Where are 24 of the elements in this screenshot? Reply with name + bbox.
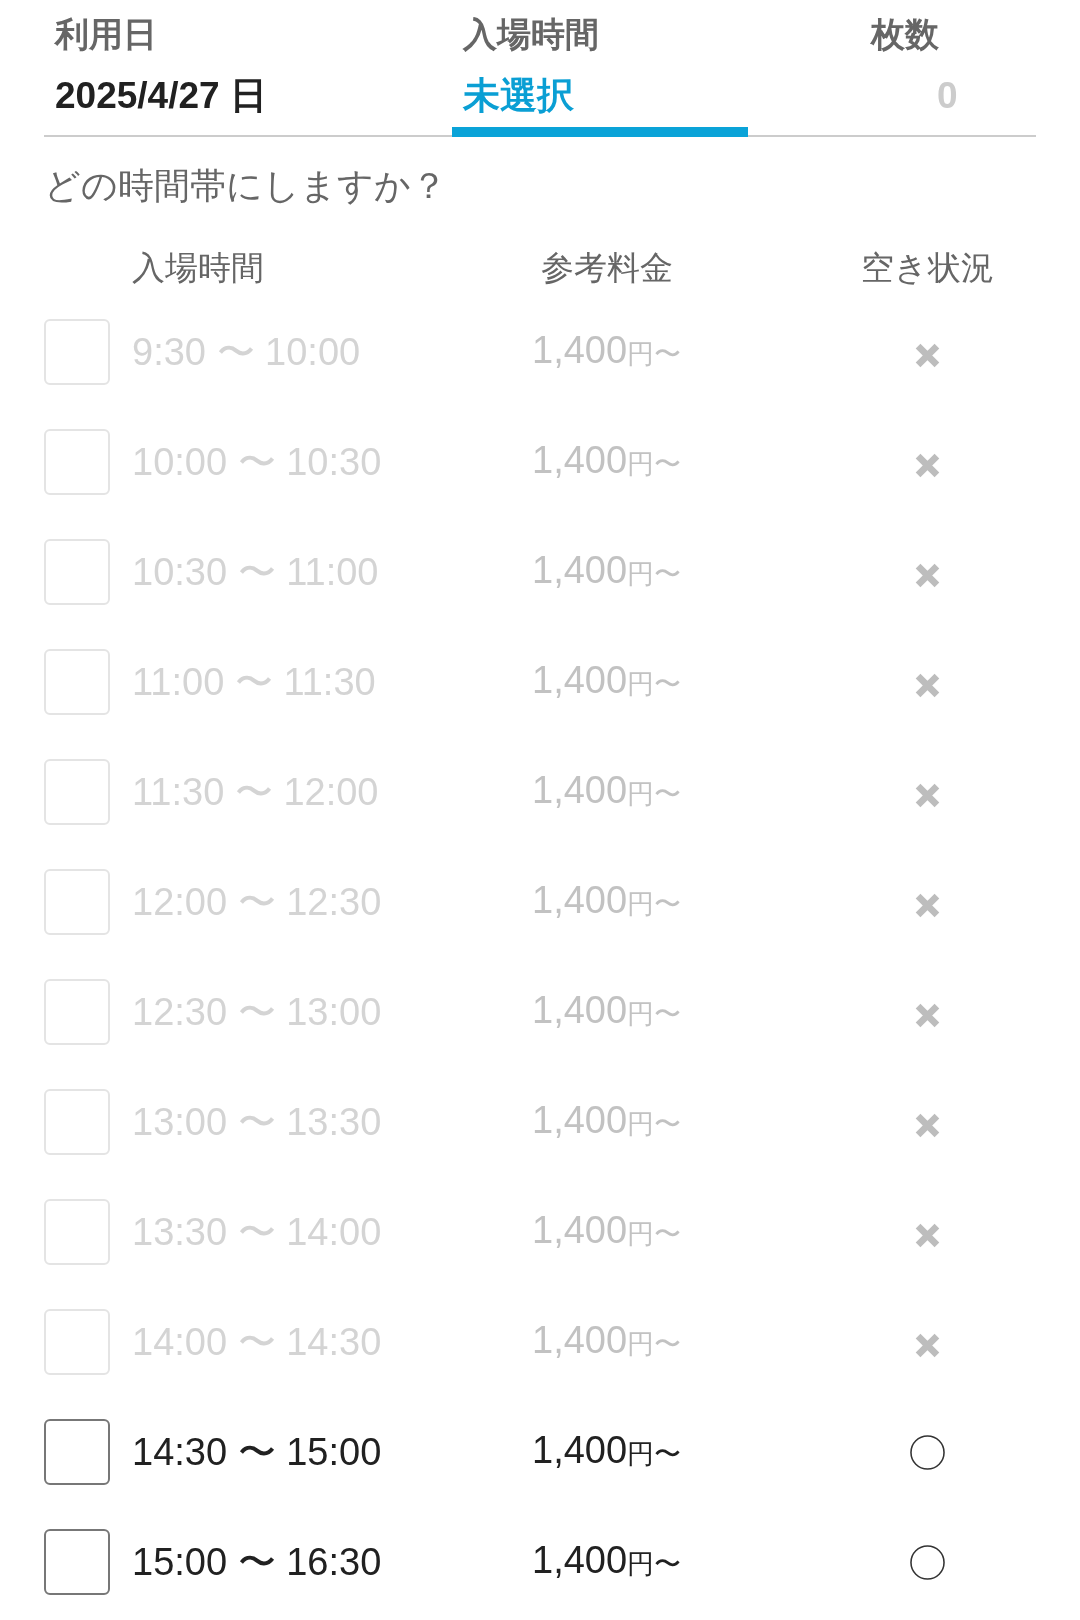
price-text: 1,400円〜	[532, 438, 682, 483]
price-text: 1,400円〜	[532, 988, 682, 1033]
checkbox[interactable]	[44, 1529, 110, 1595]
tab-value: 2025/4/27 日	[55, 74, 267, 118]
question-text: どの時間帯にしますか？	[44, 164, 447, 208]
column-header: 参考料金	[541, 248, 673, 288]
price-text: 1,400円〜	[532, 878, 682, 923]
price-text: 1,400円〜	[532, 1538, 682, 1583]
price-text: 1,400円〜	[532, 1208, 682, 1253]
price-text: 1,400円〜	[532, 768, 682, 813]
price-text: 1,400円〜	[532, 1318, 682, 1363]
price-text: 1,400円〜	[532, 658, 682, 703]
time-slot-text: 15:00 〜 16:30	[132, 1540, 382, 1585]
price-text: 1,400円〜	[532, 1098, 682, 1143]
tab-value: 未選択	[463, 74, 574, 118]
price-text: 1,400円〜	[532, 1428, 682, 1473]
tab[interactable]: 入場時間 未選択	[452, 0, 748, 137]
tab[interactable]: 利用日 2025/4/27 日	[44, 0, 452, 137]
column-header: 入場時間	[132, 248, 264, 288]
price-text: 1,400円〜	[532, 548, 682, 593]
checkbox[interactable]	[44, 1419, 110, 1485]
price-text: 1,400円〜	[532, 328, 682, 373]
time-slot-text: 14:30 〜 15:00	[132, 1430, 382, 1475]
column-header: 空き状況	[861, 248, 994, 288]
